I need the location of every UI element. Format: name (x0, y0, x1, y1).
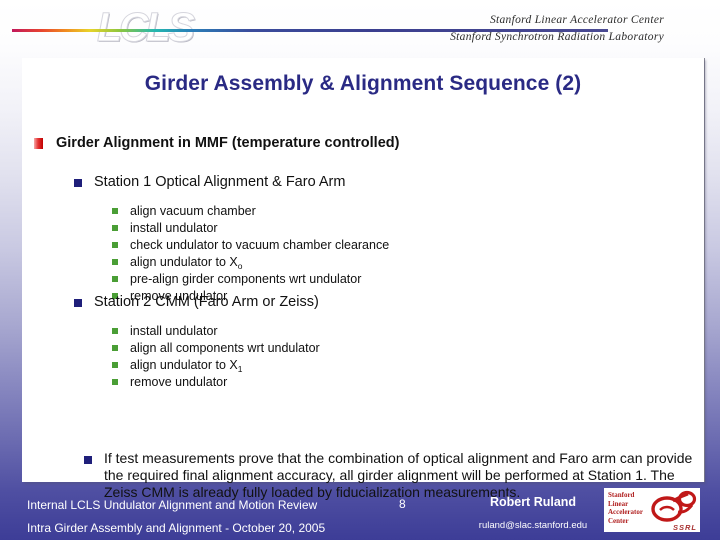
green-square-bullet-icon (112, 276, 118, 282)
task-label: remove undulator (130, 375, 228, 389)
level1-bullet-row: Girder Alignment in MMF (temperature con… (34, 134, 399, 152)
list-item: align undulator to Xo (112, 254, 389, 271)
page-title: Girder Assembly & Alignment Sequence (2) (144, 72, 582, 95)
task-label: align vacuum chamber (130, 204, 256, 218)
green-square-bullet-icon (112, 259, 118, 265)
organization-names: Stanford Linear Accelerator Center Stanf… (450, 12, 664, 46)
slac-ssrl-logo: Stanford Linear Accelerator Center SSRL (604, 488, 700, 532)
station1-heading-row: Station 1 Optical Alignment & Faro Arm (74, 173, 345, 191)
green-square-bullet-icon (112, 362, 118, 368)
level1-bullet-label: Girder Alignment in MMF (temperature con… (56, 135, 400, 151)
navy-square-bullet-icon (74, 299, 82, 307)
footer-line-1: Internal LCLS Undulator Alignment and Mo… (27, 498, 318, 512)
station2-heading-row: Station 2 CMM (Faro Arm or Zeiss) (74, 293, 319, 311)
badge-line-2: Linear (608, 499, 629, 508)
green-square-bullet-icon (112, 208, 118, 214)
badge-line-1: Stanford (608, 491, 635, 499)
task-label: pre-align girder components wrt undulato… (130, 272, 362, 286)
station2-heading-label: Station 2 CMM (Faro Arm or Zeiss) (94, 294, 319, 310)
badge-line-4: Center (608, 516, 629, 525)
green-square-bullet-icon (112, 345, 118, 351)
list-item: install undulator (112, 220, 389, 237)
list-item: pre-align girder components wrt undulato… (112, 271, 389, 288)
green-square-bullet-icon (112, 225, 118, 231)
list-item: check undulator to vacuum chamber cleara… (112, 237, 389, 254)
list-item: remove undulator (112, 374, 320, 391)
task-label: align undulator to Xo (130, 255, 243, 271)
page-number: 8 (399, 497, 406, 511)
author-name: Robert Ruland (489, 495, 577, 509)
task-label: align all components wrt undulator (130, 341, 320, 355)
station2-task-list: install undulator align all components w… (112, 323, 320, 391)
green-square-bullet-icon (112, 328, 118, 334)
task-label: install undulator (130, 324, 218, 338)
task-label: align undulator to X1 (130, 358, 243, 374)
navy-square-bullet-icon (74, 179, 82, 187)
org-line-1: Stanford Linear Accelerator Center (489, 14, 664, 26)
footer-title-block: Internal LCLS Undulator Alignment and Mo… (27, 494, 325, 540)
slac-badge-icon: Stanford Linear Accelerator Center (604, 488, 648, 532)
slide: LCLS Stanford Linear Accelerator Center … (0, 0, 720, 540)
ssrl-swirl-icon (651, 490, 697, 522)
content-panel: Girder Assembly & Alignment Sequence (2)… (22, 58, 704, 500)
navy-square-bullet-icon (84, 456, 92, 464)
red-square-bullet-icon (34, 138, 43, 149)
footer-line-2: Intra Girder Assembly and Alignment - Oc… (27, 521, 326, 535)
ssrl-badge-icon: SSRL (648, 488, 700, 532)
badge-line-3: Accelerator (608, 508, 643, 517)
green-square-bullet-icon (112, 242, 118, 248)
org-line-2: Stanford Synchrotron Radiation Laborator… (450, 31, 664, 43)
green-square-bullet-icon (112, 379, 118, 385)
station1-task-list: align vacuum chamber install undulator c… (112, 203, 389, 305)
task-label: install undulator (130, 221, 218, 235)
author-email: ruland@slac.stanford.edu (478, 520, 588, 531)
lcls-logo-text: LCLS (96, 4, 195, 51)
task-label: check undulator to vacuum chamber cleara… (130, 238, 390, 252)
list-item: install undulator (112, 323, 320, 340)
list-item: align all components wrt undulator (112, 340, 320, 357)
station1-heading-label: Station 1 Optical Alignment & Faro Arm (94, 174, 346, 190)
ssrl-wordmark: SSRL (672, 523, 697, 532)
list-item: align undulator to X1 (112, 357, 320, 374)
list-item: align vacuum chamber (112, 203, 389, 220)
slide-header: LCLS Stanford Linear Accelerator Center … (0, 0, 720, 58)
